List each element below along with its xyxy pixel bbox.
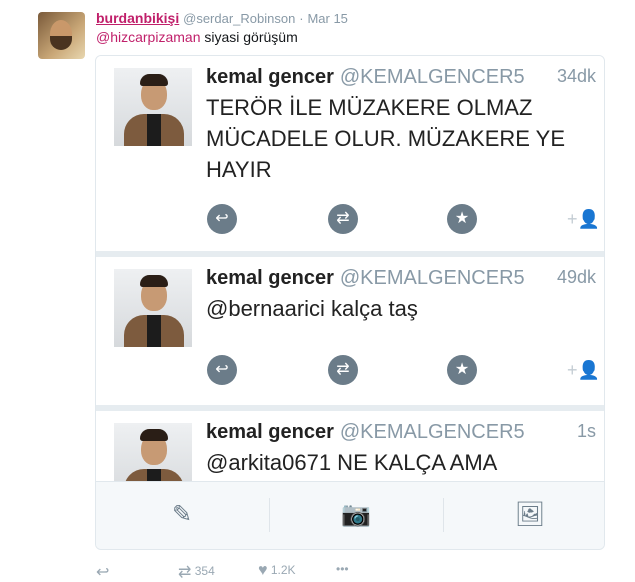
reply-icon[interactable]: ↩ [207, 355, 237, 385]
camera-icon[interactable]: 📷 [338, 500, 374, 530]
user-name[interactable]: kemal gencer [206, 267, 334, 289]
user-name[interactable]: kemal gencer [206, 66, 334, 88]
header-separator: · [299, 11, 304, 26]
tweet-text: @arkita0671 NE KALÇA AMA [206, 450, 498, 475]
user-name-line: kemal gencer @KEMALGENCER5 [206, 267, 525, 290]
tweet-time: 49dk [556, 267, 596, 287]
star-icon[interactable]: ★ [447, 204, 477, 234]
user-handle[interactable]: @KEMALGENCER5 [340, 267, 525, 289]
retweet-action[interactable]: ⇄ 354 [178, 562, 215, 582]
embedded-screenshot: kemal gencer @KEMALGENCER5 34dk TERÖR İLE… [95, 55, 605, 550]
mention-link[interactable]: @hizcarpizaman [96, 29, 200, 45]
tweet-time: 1s [576, 421, 596, 441]
compose-icon[interactable]: ✎ [164, 500, 200, 530]
tweet-text: @bernaarici kalça taş [206, 296, 418, 321]
user-name-line: kemal gencer @KEMALGENCER5 [206, 421, 525, 444]
tweet-actions: ↩ ⇄ 354 ♥ 1.2K ••• [96, 560, 396, 582]
embedded-tweet[interactable]: kemal gencer @KEMALGENCER5 49dk @bernaari… [96, 257, 604, 411]
tweet-date[interactable]: Mar 15 [307, 11, 347, 26]
retweet-count: 354 [194, 564, 215, 579]
user-name[interactable]: kemal gencer [206, 421, 334, 443]
image-icon[interactable]: 🖼 [512, 500, 548, 530]
retweet-icon[interactable]: ⇄ [328, 355, 358, 385]
avatar[interactable] [114, 269, 192, 347]
tweet-text: @hizcarpizaman siyasi görüşüm [96, 29, 298, 45]
toolbar-divider [443, 498, 444, 532]
tweet-header: burdanbikişi @serdar_Robinson · Mar 15 [96, 10, 348, 26]
tweet-body-text: siyasi görüşüm [204, 29, 298, 45]
avatar[interactable] [114, 68, 192, 146]
heart-icon: ♥ [258, 562, 268, 579]
author-handle[interactable]: @serdar_Robinson [183, 11, 295, 26]
compose-toolbar: ✎ 📷 🖼 [96, 481, 604, 549]
tweet-text: TERÖR İLE MÜZAKERE OLMAZ MÜCADELE OLUR. … [206, 95, 566, 182]
follow-icon[interactable]: +👤 [567, 359, 600, 381]
like-count: 1.2K [270, 563, 296, 578]
retweet-icon: ⇄ [178, 564, 192, 581]
embedded-tweet[interactable]: kemal gencer @KEMALGENCER5 34dk TERÖR İLE… [96, 56, 604, 257]
author-avatar[interactable] [38, 12, 85, 59]
user-name-line: kemal gencer @KEMALGENCER5 [206, 66, 525, 89]
author-name[interactable]: burdanbikişi [96, 10, 179, 26]
action-bar: ↩ ⇄ ★ +👤 [96, 355, 604, 389]
retweet-icon[interactable]: ⇄ [328, 204, 358, 234]
like-action[interactable]: ♥ 1.2K [258, 562, 296, 580]
tweet-time: 34dk [556, 66, 596, 86]
follow-icon[interactable]: +👤 [567, 208, 600, 230]
more-options-button[interactable]: ••• [336, 562, 349, 576]
reply-icon[interactable]: ↩ [207, 204, 237, 234]
star-icon[interactable]: ★ [447, 355, 477, 385]
action-bar: ↩ ⇄ ★ +👤 [96, 204, 604, 238]
user-handle[interactable]: @KEMALGENCER5 [340, 66, 525, 88]
user-handle[interactable]: @KEMALGENCER5 [340, 421, 525, 443]
reply-icon[interactable]: ↩ [96, 562, 109, 582]
toolbar-divider [269, 498, 270, 532]
